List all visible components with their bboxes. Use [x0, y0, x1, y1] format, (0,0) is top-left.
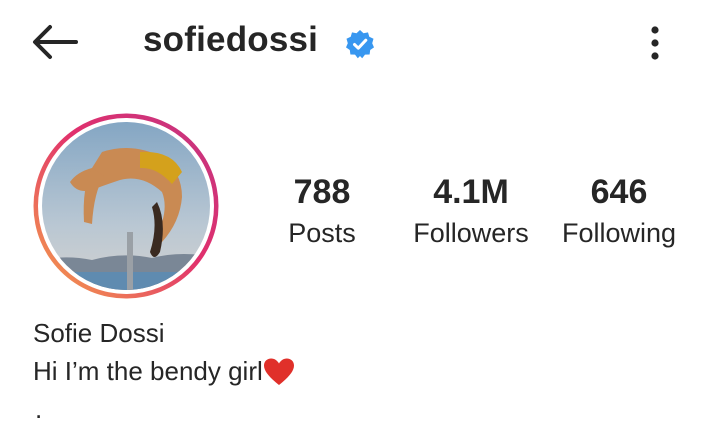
following-count: 646 [590, 173, 648, 211]
followers-stat[interactable]: 4.1M Followers [402, 172, 540, 250]
full-name: Sofie Dossi [33, 318, 165, 348]
following-label: Following [561, 218, 677, 248]
bio-line: Hi I’m the bendy girl [33, 356, 295, 387]
profile-header: sofiedossi [0, 0, 716, 84]
posts-count: 788 [293, 173, 351, 211]
following-stat[interactable]: 646 Following [554, 172, 684, 250]
more-vertical-icon[interactable] [640, 22, 670, 66]
arrow-left-icon[interactable] [28, 22, 80, 62]
bio-extra-line: . [35, 394, 43, 424]
followers-count: 4.1M [433, 173, 509, 211]
bio-text: Hi I’m the bendy girl [33, 356, 263, 386]
posts-label: Posts [288, 218, 356, 248]
profile-photo[interactable] [32, 112, 220, 300]
heart-icon [263, 358, 294, 385]
verified-badge-icon [346, 30, 374, 59]
posts-stat[interactable]: 788 Posts [272, 172, 372, 250]
followers-label: Followers [413, 218, 529, 248]
username-title: sofiedossi [143, 20, 319, 59]
